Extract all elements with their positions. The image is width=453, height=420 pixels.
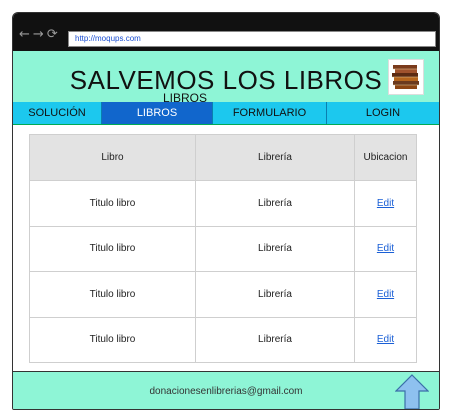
- table-row: Titulo libro Librería Edit: [29, 225, 417, 272]
- address-bar[interactable]: http://moqups.com: [68, 31, 436, 47]
- location-cell: Edit: [354, 180, 417, 227]
- stack-of-books-icon: [388, 59, 424, 95]
- contact-email: donacionesenlibrerias@gmail.com: [149, 386, 303, 397]
- location-cell: Edit: [354, 271, 417, 318]
- edit-link[interactable]: Edit: [377, 289, 394, 300]
- browser-window: ←→⟳ http://moqups.com SALVEMOS LOS LIBRO…: [12, 12, 440, 410]
- menu-item-formulario[interactable]: FORMULARIO: [213, 102, 327, 124]
- location-cell: Edit: [354, 316, 417, 363]
- book-title-cell: Titulo libro: [29, 180, 196, 227]
- book-title-cell: Titulo libro: [29, 225, 196, 272]
- column-header-libreria: Librería: [195, 134, 355, 181]
- browser-toolbar: ←→⟳ http://moqups.com: [13, 13, 439, 51]
- up-arrow-icon[interactable]: [395, 374, 429, 410]
- edit-link[interactable]: Edit: [377, 243, 394, 254]
- book-title-cell: Titulo libro: [29, 271, 196, 318]
- books-table-container: Libro Librería Ubicacion Titulo libro Li…: [29, 134, 417, 363]
- library-cell: Librería: [195, 271, 355, 318]
- column-header-ubicacion: Ubicacion: [354, 134, 417, 181]
- library-cell: Librería: [195, 225, 355, 272]
- column-header-libro: Libro: [29, 134, 196, 181]
- menu-item-libros[interactable]: LIBROS: [102, 102, 213, 124]
- main-menu: SOLUCIÓN LIBROS FORMULARIO LOGIN: [13, 102, 439, 125]
- books-table: Libro Librería Ubicacion Titulo libro Li…: [29, 134, 417, 363]
- table-row: Titulo libro Librería Edit: [29, 180, 417, 227]
- edit-link[interactable]: Edit: [377, 198, 394, 209]
- browser-nav: ←→⟳: [19, 27, 61, 42]
- location-cell: Edit: [354, 225, 417, 272]
- menu-item-solucion[interactable]: SOLUCIÓN: [13, 102, 102, 124]
- forward-arrow-icon[interactable]: →: [33, 27, 47, 42]
- book-title-cell: Titulo libro: [29, 316, 196, 363]
- table-row: Titulo libro Librería Edit: [29, 271, 417, 318]
- back-arrow-icon[interactable]: ←: [19, 27, 33, 42]
- table-row: Titulo libro Librería Edit: [29, 316, 417, 363]
- reload-icon[interactable]: ⟳: [47, 27, 61, 42]
- site-footer: donacionesenlibrerias@gmail.com: [13, 371, 439, 410]
- table-header-row: Libro Librería Ubicacion: [29, 134, 417, 181]
- menu-item-login[interactable]: LOGIN: [327, 102, 439, 124]
- edit-link[interactable]: Edit: [377, 334, 394, 345]
- library-cell: Librería: [195, 316, 355, 363]
- page-title: SALVEMOS LOS LIBROS: [69, 65, 383, 95]
- library-cell: Librería: [195, 180, 355, 227]
